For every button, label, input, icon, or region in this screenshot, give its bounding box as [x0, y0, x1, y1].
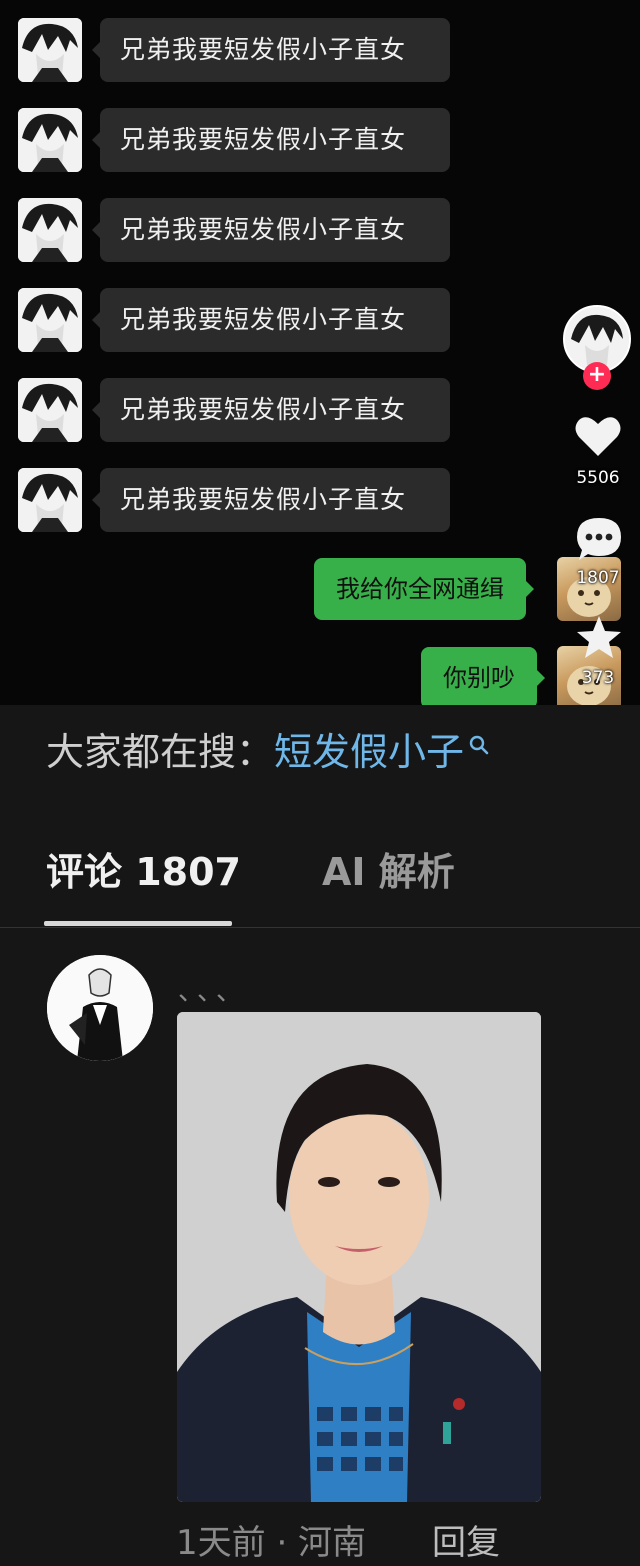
comment-meta: 1天前 · 河南: [176, 1523, 367, 1563]
self-message-bubble: 你别吵: [421, 647, 545, 705]
comment-count: 1807: [576, 568, 620, 588]
message-bubble: 兄弟我要短发假小子直女: [92, 378, 450, 442]
like-count: 5506: [576, 468, 620, 488]
sender-avatar: [18, 18, 82, 82]
sender-avatar: [18, 378, 82, 442]
self-message-bubble: 我给你全网通缉: [314, 558, 534, 620]
search-prefix: 大家都在搜：: [46, 730, 275, 774]
comment-image[interactable]: [177, 1012, 541, 1502]
search-term[interactable]: 短发假小子: [274, 730, 464, 774]
sender-avatar: [18, 198, 82, 262]
commenter-username[interactable]: 、、、: [178, 971, 248, 1008]
message-bubble: 兄弟我要短发假小子直女: [92, 288, 450, 352]
active-tab-indicator: [44, 921, 232, 926]
sender-avatar: [18, 288, 82, 352]
search-icon[interactable]: [468, 721, 490, 765]
sender-avatar: [18, 108, 82, 172]
comment-bubble-icon[interactable]: [575, 516, 623, 566]
tab-ai-analysis[interactable]: AI 解析: [322, 841, 455, 896]
self-avatar: [557, 557, 621, 621]
divider: [0, 927, 640, 928]
message-bubble: 兄弟我要短发假小子直女: [92, 198, 450, 262]
comments-panel: 大家都在搜：短发假小子 评论 1807 AI 解析 、、、 1天前 · 河南 回…: [0, 705, 640, 1566]
favorite-count: 373: [581, 668, 615, 688]
reply-button[interactable]: 回复: [432, 1515, 500, 1564]
message-bubble: 兄弟我要短发假小子直女: [92, 468, 450, 532]
video-chat-screenshot[interactable]: 兄弟我要短发假小子直女 兄弟我要短发假小子直女 兄弟我要短发假小子直女 兄弟我要…: [0, 0, 640, 705]
message-bubble: 兄弟我要短发假小子直女: [92, 18, 450, 82]
search-suggestion[interactable]: 大家都在搜：短发假小子: [46, 721, 490, 776]
sender-avatar: [18, 468, 82, 532]
heart-icon[interactable]: [574, 414, 622, 462]
commenter-avatar[interactable]: [47, 955, 153, 1061]
star-icon[interactable]: [575, 614, 623, 664]
follow-button[interactable]: +: [583, 362, 611, 390]
message-bubble: 兄弟我要短发假小子直女: [92, 108, 450, 172]
tab-comments[interactable]: 评论 1807: [46, 841, 241, 896]
